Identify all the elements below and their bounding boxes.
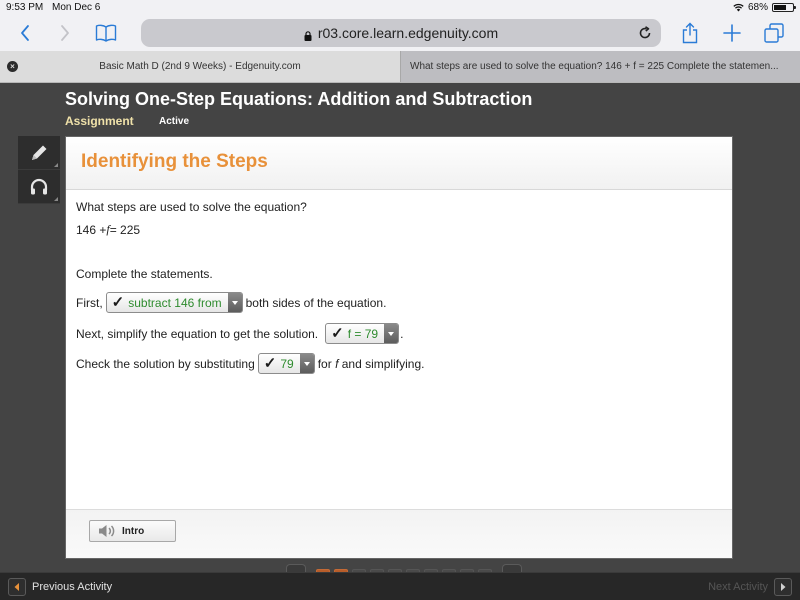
bookmarks-button[interactable] xyxy=(93,20,119,46)
answer-dropdown-3[interactable]: ✓ 79 xyxy=(257,353,315,374)
answer-dropdown-2[interactable]: ✓ f = 79 xyxy=(325,323,400,344)
activity-card: Identifying the Steps What steps are use… xyxy=(65,136,733,559)
tabs-icon xyxy=(764,23,784,43)
intro-label: Intro xyxy=(122,525,145,537)
edgenuity-page: Solving One-Step Equations: Addition and… xyxy=(0,83,800,600)
new-tab-button[interactable] xyxy=(719,20,745,46)
statement-2: Next, simplify the equation to get the s… xyxy=(76,323,403,344)
tool-sidebar xyxy=(18,136,60,204)
activity-nav-bar: Previous Activity Next Activity xyxy=(0,572,800,600)
statement-text: Check the solution by substituting xyxy=(76,356,255,371)
chevron-down-icon[interactable] xyxy=(384,324,399,343)
speaker-icon xyxy=(99,525,115,537)
tab-strip: × Basic Math D (2nd 9 Weeks) - Edgenuity… xyxy=(0,51,800,83)
statement-3: Check the solution by substituting ✓ 79 f… xyxy=(76,353,424,374)
status-time: 9:53 PM xyxy=(6,2,44,13)
chevron-down-icon[interactable] xyxy=(299,354,314,373)
intro-button[interactable]: Intro xyxy=(89,520,176,542)
share-icon xyxy=(682,22,698,44)
url-bar[interactable]: r03.core.learn.edgenuity.com xyxy=(141,19,661,47)
battery-icon xyxy=(772,3,796,12)
expand-corner-icon xyxy=(54,163,58,167)
equation-right: = 225 xyxy=(109,222,141,237)
equation: 146 + f = 225 xyxy=(76,222,140,237)
statement-text: for xyxy=(317,356,336,371)
expand-corner-icon xyxy=(54,197,58,201)
book-icon xyxy=(95,24,117,42)
headphones-icon xyxy=(30,178,48,194)
previous-arrow-icon xyxy=(8,578,26,596)
selected-answer: 79 xyxy=(280,356,294,371)
reload-icon xyxy=(639,26,651,39)
next-activity-button[interactable]: Next Activity xyxy=(708,578,792,596)
assignment-label: Assignment xyxy=(65,114,134,128)
statement-text: First, xyxy=(76,295,103,310)
wifi-icon xyxy=(733,3,744,12)
check-icon: ✓ xyxy=(331,325,344,342)
reload-button[interactable] xyxy=(637,25,653,41)
next-arrow-icon xyxy=(774,578,792,596)
card-footer: Intro xyxy=(66,509,732,558)
tab-question[interactable]: What steps are used to solve the equatio… xyxy=(400,51,800,82)
audio-tool-button[interactable] xyxy=(18,170,60,204)
tabs-overview-button[interactable] xyxy=(761,20,787,46)
tab-title: Basic Math D (2nd 9 Weeks) - Edgenuity.c… xyxy=(99,61,301,72)
status-date: Mon Dec 6 xyxy=(52,2,101,13)
plus-icon xyxy=(723,24,741,42)
assignment-status: Active xyxy=(159,116,190,127)
status-bar: 9:53 PM Mon Dec 6 68% xyxy=(0,0,800,16)
pencil-tool-button[interactable] xyxy=(18,136,60,170)
url-text: r03.core.learn.edgenuity.com xyxy=(317,25,499,41)
check-icon: ✓ xyxy=(111,294,125,311)
previous-activity-label: Previous Activity xyxy=(32,581,113,593)
statement-text: . xyxy=(400,326,404,341)
previous-activity-button[interactable]: Previous Activity xyxy=(8,578,112,596)
pencil-icon xyxy=(32,145,47,160)
instruction-label: Complete the statements. xyxy=(76,267,213,281)
selected-answer: f = 79 xyxy=(347,326,379,341)
back-button[interactable] xyxy=(12,20,38,46)
chevron-right-icon xyxy=(61,25,69,41)
close-tab-icon[interactable]: × xyxy=(7,61,18,72)
forward-button[interactable] xyxy=(52,20,78,46)
statement-text: and simplifying. xyxy=(338,356,425,371)
question-label: What steps are used to solve the equatio… xyxy=(76,200,307,214)
statement-text: both sides of the equation. xyxy=(245,295,387,310)
card-header: Identifying the Steps xyxy=(66,137,732,190)
question-body: What steps are used to solve the equatio… xyxy=(66,190,732,374)
statement-text: Next, simplify the equation to get the s… xyxy=(76,326,319,341)
chevron-left-icon xyxy=(21,25,29,41)
share-button[interactable] xyxy=(677,20,703,46)
chevron-down-icon[interactable] xyxy=(227,293,242,312)
activity-title: Identifying the Steps xyxy=(81,151,268,172)
statement-1: First, ✓ subtract 146 from both sides of … xyxy=(76,292,386,313)
tab-title: What steps are used to solve the equatio… xyxy=(410,61,779,72)
page-title: Solving One-Step Equations: Addition and… xyxy=(65,89,533,109)
next-activity-label: Next Activity xyxy=(708,581,768,593)
equation-left: 146 + xyxy=(76,222,107,237)
lock-icon xyxy=(304,28,312,41)
instruction: Complete the statements. xyxy=(76,267,213,281)
answer-dropdown-1[interactable]: ✓ subtract 146 from xyxy=(105,292,243,313)
browser-toolbar: r03.core.learn.edgenuity.com xyxy=(0,16,800,51)
battery-percent: 68% xyxy=(747,2,768,13)
selected-answer: subtract 146 from xyxy=(128,295,222,310)
tab-basic-math[interactable]: × Basic Math D (2nd 9 Weeks) - Edgenuity… xyxy=(0,51,400,82)
check-icon: ✓ xyxy=(263,355,277,372)
question-text: What steps are used to solve the equatio… xyxy=(76,200,307,214)
